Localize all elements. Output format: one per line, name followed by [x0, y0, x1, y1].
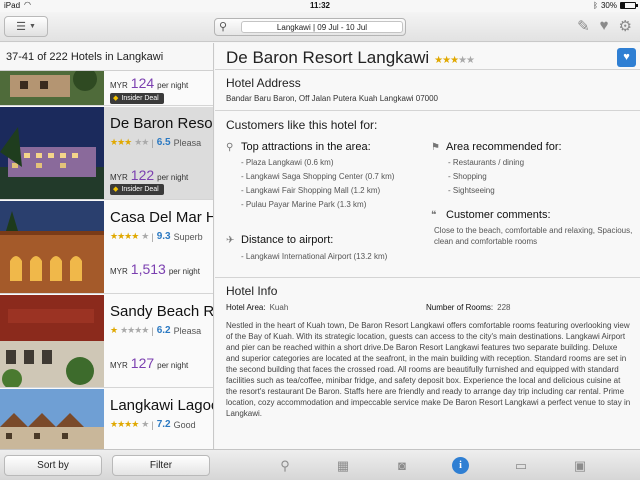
building-icon[interactable]: ▦ [333, 457, 353, 475]
hotel-row-selected[interactable]: De Baron Resor ★★★ ★★ | 6.5 Pleasa MYR 12… [0, 107, 214, 200]
battery-indicator: ᛒ 30% [593, 1, 638, 10]
status-bar: iPad ◠ 11:32 ᛒ 30% [0, 0, 640, 12]
hotel-row[interactable]: Casa Del Mar H ★★★★ ★ | 9.3 Superb MYR 1,… [0, 201, 214, 294]
list-icon: ☰ [16, 21, 26, 33]
star-rating: ★★★ [434, 55, 459, 66]
sort-button[interactable]: Sort by [4, 455, 102, 476]
tag-icon: ◆ [113, 95, 119, 102]
results-count: 37-41 of 222 Hotels in Langkawi [0, 43, 214, 71]
nav-actions: ✎ ♥ ⚙ [577, 17, 632, 35]
hotel-photo [0, 71, 104, 105]
divider [215, 69, 640, 70]
tag-icon: ◆ [113, 186, 119, 193]
nav-bar: ☰ ▼ ⚲ Langkawi | 09 Jul - 10 Jul ✎ ♥ ⚙ [0, 12, 640, 42]
clock: 11:32 [309, 1, 331, 10]
rating: ★★★★ ★ | 9.3 Superb [110, 231, 203, 242]
hotel-row[interactable]: Sandy Beach Re ★ ★★★★ | 6.2 Pleasa MYR 12… [0, 295, 214, 388]
divider [215, 110, 640, 111]
area-list: - Restaurants / dining - Shopping - Sigh… [448, 158, 525, 195]
price-value: 127 [130, 355, 155, 371]
hotel-area: Hotel Area: Kuah [226, 303, 289, 312]
edit-icon[interactable]: ✎ [577, 17, 590, 35]
chevron-down-icon: ▼ [28, 23, 36, 30]
gear-icon[interactable]: ⚙ [619, 17, 632, 35]
hotel-name: Casa Del Mar H [110, 209, 214, 226]
hotel-title-text: De Baron Resort Langkawi [226, 48, 430, 67]
star-rating: ★★★★ [110, 419, 139, 429]
info-icon[interactable]: i [452, 457, 469, 474]
area-heading: ⚑ Area recommended for: [431, 141, 562, 153]
airport-heading: ✈ Distance to airport: [226, 234, 334, 246]
review-score: 7.2 [156, 419, 171, 430]
rating: ★ ★★★★ | 6.2 Pleasa [110, 325, 202, 336]
rating: ★★★★ ★ | 7.2 Good [110, 419, 196, 430]
bottom-toolbar: Sort by Filter ⚲ ▦ ◙ i ▭ ▣ [0, 449, 640, 480]
comments-heading: ❝ Customer comments: [431, 209, 551, 221]
customers-heading: Customers like this hotel for: [226, 118, 378, 132]
hotel-name: Langkawi Lagoo [110, 397, 214, 414]
price: MYR 127 per night [110, 355, 189, 371]
price: MYR 124 per night [110, 75, 189, 91]
star-rating: ★★★★ [110, 231, 139, 241]
search-icon[interactable]: ⚲ [219, 20, 227, 33]
price: MYR 122 per night [110, 167, 189, 183]
star-rating: ★★★ [110, 137, 132, 147]
hotel-info-heading: Hotel Info [226, 284, 278, 298]
review-score: 6.5 [156, 137, 171, 148]
map-pin-icon[interactable]: ⚲ [275, 457, 295, 475]
divider [215, 277, 640, 278]
battery-icon [620, 2, 638, 9]
insider-deal-badge: ◆ Insider Deal [110, 184, 164, 195]
price-value: 1,513 [130, 261, 166, 277]
hotel-details: De Baron Resort Langkawi ★★★★★ ♥ Hotel A… [215, 43, 640, 449]
hotel-name: Sandy Beach Re [110, 303, 214, 320]
insider-deal-badge: ◆ Insider Deal [110, 93, 164, 104]
hotel-photo [0, 107, 104, 199]
bluetooth-icon: ᛒ [593, 1, 598, 10]
camera-icon[interactable]: ◙ [392, 457, 412, 475]
hotel-row[interactable]: MYR 124 per night ◆ Insider Deal [0, 71, 213, 106]
battery-percent: 30% [600, 1, 617, 10]
search-bar[interactable]: ⚲ Langkawi | 09 Jul - 10 Jul [214, 18, 406, 36]
address-text: Bandar Baru Baron, Off Jalan Putera Kuah… [226, 94, 438, 103]
hotel-photo [0, 295, 104, 387]
attractions-heading: ⚲ Top attractions in the area: [226, 141, 371, 153]
rating: ★★★ ★★ | 6.5 Pleasa [110, 137, 202, 148]
price: MYR 1,513 per night [110, 261, 200, 277]
hotel-list[interactable]: MYR 124 per night ◆ Insider Deal De Baro… [0, 71, 214, 449]
heart-icon[interactable]: ♥ [600, 17, 609, 35]
signpost-icon: ⚑ [431, 141, 440, 153]
hotel-description: Nestled in the heart of Kuah town, De Ba… [226, 321, 631, 418]
review-score: 6.2 [156, 325, 171, 336]
monitor-icon[interactable]: ▣ [570, 457, 590, 475]
airplane-icon: ✈ [226, 234, 235, 246]
hotel-photo [0, 201, 104, 293]
price-value: 122 [130, 167, 155, 183]
menu-button[interactable]: ☰ ▼ [4, 16, 48, 37]
quote-icon: ❝ [431, 209, 437, 221]
add-favorite-button[interactable]: ♥ [617, 48, 636, 67]
customer-comments: Close to the beach, comfortable and rela… [434, 226, 633, 246]
price-value: 124 [130, 75, 155, 91]
map-pin-icon: ⚲ [226, 141, 234, 153]
filter-button[interactable]: Filter [112, 455, 210, 476]
review-score: 9.3 [156, 231, 171, 242]
airport-distance: - Langkawi International Airport (13.2 k… [241, 252, 388, 261]
hotel-title: De Baron Resort Langkawi ★★★★★ [226, 48, 475, 67]
search-input[interactable]: Langkawi | 09 Jul - 10 Jul [241, 21, 403, 33]
attractions-list: - Plaza Langkawi (0.6 km) - Langkawi Sag… [241, 158, 395, 209]
star-rating: ★ [110, 325, 118, 335]
heart-plus-icon: ♥ [623, 51, 630, 63]
hotel-photo [0, 389, 104, 449]
hotel-name: De Baron Resor [110, 115, 214, 132]
chat-icon[interactable]: ▭ [511, 457, 531, 475]
hotel-row[interactable]: Langkawi Lagoo ★★★★ ★ | 7.2 Good [0, 389, 214, 449]
room-count: Number of Rooms: 228 [426, 303, 511, 312]
address-heading: Hotel Address [226, 76, 301, 90]
